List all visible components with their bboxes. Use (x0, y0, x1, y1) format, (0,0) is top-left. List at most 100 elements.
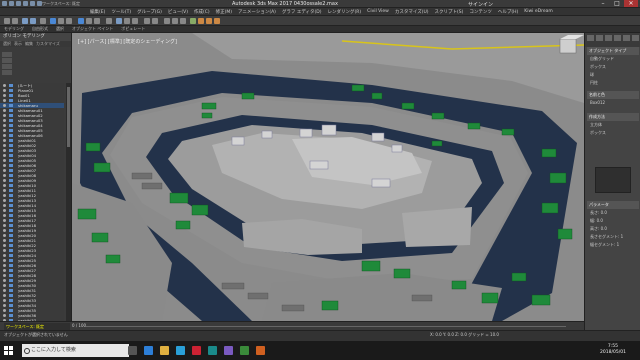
length-segs-spinner[interactable]: 長さセグメント: 1 (587, 233, 639, 241)
cylinder-button[interactable]: 円柱 (587, 79, 639, 87)
unlink-icon[interactable] (30, 18, 36, 24)
layer-explorer-icon[interactable] (164, 18, 170, 24)
visibility-icon[interactable] (3, 114, 6, 117)
undo-icon[interactable] (30, 1, 35, 6)
menu-modify[interactable]: 修正(M) (216, 9, 232, 15)
workspace-selector[interactable]: ワークスペース: 既定 (42, 1, 80, 7)
visibility-icon[interactable] (3, 219, 6, 222)
height-spinner[interactable]: 高さ: 0.0 (587, 225, 639, 233)
ribbon-tab-modeling[interactable]: モデリング (4, 26, 24, 32)
object-name-field[interactable]: Box012 (587, 99, 639, 106)
material-editor-icon[interactable] (190, 18, 196, 24)
visibility-icon[interactable] (3, 149, 6, 152)
render-setup-icon[interactable] (198, 18, 204, 24)
task-view-icon[interactable] (128, 346, 137, 355)
menu-create[interactable]: 作成(C) (194, 9, 210, 15)
visibility-icon[interactable] (3, 199, 6, 202)
quick-access-toolbar[interactable] (2, 1, 42, 6)
menu-rendering[interactable]: レンダリング(R) (328, 9, 362, 15)
ribbon-tab-selection[interactable]: 選択 (56, 26, 64, 32)
rollout-title[interactable]: パラメータ (587, 201, 639, 209)
length-spinner[interactable]: 長さ: 0.0 (587, 209, 639, 217)
maximize-button[interactable]: □ (610, 0, 624, 7)
3dsmax-icon[interactable] (208, 346, 217, 355)
box-radio[interactable]: ボックス (587, 129, 639, 137)
start-button[interactable] (4, 346, 13, 355)
close-button[interactable]: ✕ (624, 0, 638, 7)
visibility-icon[interactable] (3, 274, 6, 277)
time-track[interactable] (86, 326, 566, 327)
rollout-title[interactable]: 名前と色 (587, 91, 639, 99)
angle-snap-icon[interactable] (124, 18, 130, 24)
visibility-icon[interactable] (3, 89, 6, 92)
move-icon[interactable] (78, 18, 84, 24)
visibility-icon[interactable] (3, 304, 6, 307)
visibility-icon[interactable] (3, 169, 6, 172)
app-icon[interactable] (224, 346, 233, 355)
new-file-icon[interactable] (9, 1, 14, 6)
filter-geometry-icon[interactable] (2, 52, 12, 57)
select-by-name-icon[interactable] (58, 18, 64, 24)
render-frame-icon[interactable] (206, 18, 212, 24)
visibility-icon[interactable] (3, 309, 6, 312)
visibility-icon[interactable] (3, 214, 6, 217)
visibility-icon[interactable] (3, 229, 6, 232)
visibility-icon[interactable] (3, 244, 6, 247)
store-icon[interactable] (176, 346, 185, 355)
ribbon-tab-object-paint[interactable]: オブジェクト ペイント (72, 26, 113, 32)
curve-editor-icon[interactable] (172, 18, 178, 24)
visibility-icon[interactable] (3, 99, 6, 102)
visibility-icon[interactable] (3, 254, 6, 257)
snap-icon[interactable] (116, 18, 122, 24)
cube-radio[interactable]: 立方体 (587, 121, 639, 129)
visibility-icon[interactable] (3, 204, 6, 207)
undo-icon[interactable] (4, 18, 10, 24)
app-menu-icon[interactable] (2, 1, 7, 6)
visibility-icon[interactable] (3, 124, 6, 127)
visibility-icon[interactable] (3, 144, 6, 147)
workspace-label[interactable]: ワークスペース: 既定 (4, 323, 70, 330)
render-icon[interactable] (214, 18, 220, 24)
menu-help[interactable]: ヘルプ(H) (498, 9, 518, 15)
rollout-title[interactable]: オブジェクト タイプ (587, 47, 639, 55)
visibility-icon[interactable] (3, 299, 6, 302)
redo-icon[interactable] (12, 18, 18, 24)
visibility-icon[interactable] (3, 174, 6, 177)
schematic-view-icon[interactable] (180, 18, 186, 24)
visibility-icon[interactable] (3, 284, 6, 287)
link-icon[interactable] (22, 18, 28, 24)
visibility-icon[interactable] (3, 164, 6, 167)
utilities-tab-icon[interactable] (632, 35, 639, 41)
perspective-viewport[interactable]: [+] [パース] [標準] [既定のシェーディング] (72, 33, 584, 321)
visibility-icon[interactable] (3, 184, 6, 187)
minimize-button[interactable]: – (596, 0, 610, 7)
explorer-tab-display[interactable]: 表示 (14, 41, 22, 47)
sphere-button[interactable]: 球 (587, 71, 639, 79)
select-object-icon[interactable] (50, 18, 56, 24)
visibility-icon[interactable] (3, 194, 6, 197)
align-icon[interactable] (152, 18, 158, 24)
menu-animation[interactable]: アニメーション(A) (238, 9, 276, 15)
visibility-icon[interactable] (3, 269, 6, 272)
visibility-icon[interactable] (3, 129, 6, 132)
visibility-icon[interactable] (3, 154, 6, 157)
color-swatch[interactable] (595, 167, 631, 193)
taskbar-clock[interactable]: 7:55 2018/05/01 (600, 344, 626, 356)
visibility-icon[interactable] (3, 179, 6, 182)
visibility-icon[interactable] (3, 189, 6, 192)
visibility-icon[interactable] (3, 109, 6, 112)
width-spinner[interactable]: 幅: 0.0 (587, 217, 639, 225)
box-button[interactable]: ボックス (587, 63, 639, 71)
visibility-icon[interactable] (3, 159, 6, 162)
menu-customize[interactable]: カスタマイズ(U) (395, 9, 429, 15)
explorer-tab-edit[interactable]: 編集 (25, 41, 33, 47)
sign-in-link[interactable]: サインイン (468, 1, 493, 7)
visibility-icon[interactable] (3, 314, 6, 317)
ribbon-tab-populate[interactable]: ポピュレート (121, 26, 145, 32)
menu-view[interactable]: ビュー(V) (168, 9, 188, 15)
visibility-icon[interactable] (3, 224, 6, 227)
visibility-icon[interactable] (3, 289, 6, 292)
selection-filter-icon[interactable] (40, 18, 46, 24)
visibility-icon[interactable] (3, 139, 6, 142)
visibility-icon[interactable] (3, 234, 6, 237)
